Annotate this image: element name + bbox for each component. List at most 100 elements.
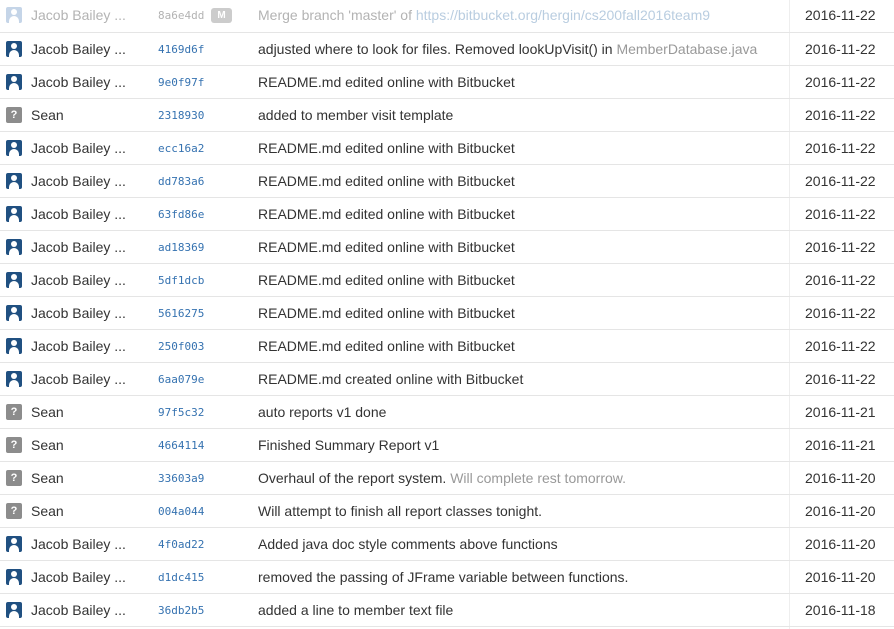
user-icon[interactable] xyxy=(6,602,22,618)
commit-hash-link[interactable]: dd783a6 xyxy=(158,165,204,198)
commit-hash-link[interactable]: 4f0ad22 xyxy=(158,528,204,561)
commit-hash-link[interactable]: 4169d6f xyxy=(158,33,204,66)
author-name[interactable]: Jacob Bailey ... xyxy=(31,264,143,297)
commit-date: 2016-11-20 xyxy=(805,569,876,585)
author-name[interactable]: Sean xyxy=(31,396,143,429)
author-name[interactable]: Jacob Bailey ... xyxy=(31,594,143,627)
author-name[interactable]: Sean xyxy=(31,462,143,495)
commit-hash-link[interactable]: ad18369 xyxy=(158,231,204,264)
commit-row[interactable]: ? Sean 2318930 added to member visit tem… xyxy=(0,99,894,132)
author-name[interactable]: Sean xyxy=(31,429,143,462)
user-icon[interactable] xyxy=(6,338,22,354)
author-name[interactable]: Sean xyxy=(31,495,143,528)
commit-message-text: README.md edited online with Bitbucket xyxy=(258,173,515,189)
commit-date: 2016-11-22 xyxy=(805,7,876,23)
commit-row[interactable]: ? Sean 97f5c32 auto reports v1 done 2016… xyxy=(0,396,894,429)
commit-row[interactable]: Jacob Bailey ... 5df1dcb README.md edite… xyxy=(0,264,894,297)
commit-message: README.md edited online with Bitbucket xyxy=(258,264,788,297)
commit-row[interactable]: ? Sean 4664114 Finished Summary Report v… xyxy=(0,429,894,462)
commit-row[interactable]: Jacob Bailey ... 4169d6f adjusted where … xyxy=(0,33,894,66)
user-icon[interactable] xyxy=(6,173,22,189)
user-icon[interactable] xyxy=(6,41,22,57)
commit-date: 2016-11-18 xyxy=(805,602,876,618)
commit-message-text: Finished Summary Report v1 xyxy=(258,437,440,453)
commit-hash-link[interactable]: 9e0f97f xyxy=(158,66,204,99)
commit-date: 2016-11-22 xyxy=(805,272,876,288)
author-name[interactable]: Jacob Bailey ... xyxy=(31,231,143,264)
commit-hash-link[interactable]: 63fd86e xyxy=(158,198,204,231)
commit-message-text: adjusted where to look for files. Remove… xyxy=(258,41,617,57)
author-name[interactable]: Jacob Bailey ... xyxy=(31,561,143,594)
commit-message: Overhaul of the report system. Will comp… xyxy=(258,462,788,495)
commit-hash-link[interactable]: ecc16a2 xyxy=(158,132,204,165)
commit-row[interactable]: Jacob Bailey ... 63fd86e README.md edite… xyxy=(0,198,894,231)
commit-hash-link[interactable]: 2318930 xyxy=(158,99,204,132)
author-name[interactable]: Jacob Bailey ... xyxy=(31,0,143,32)
commit-message-extra: Will complete rest tomorrow. xyxy=(450,470,627,486)
commit-message-link[interactable]: https://bitbucket.org/hergin/cs200fall20… xyxy=(416,7,710,23)
commit-row[interactable]: ? Sean 33603a9 Overhaul of the report sy… xyxy=(0,462,894,495)
commit-message: Merge branch 'master' of https://bitbuck… xyxy=(258,0,788,32)
user-icon[interactable] xyxy=(6,305,22,321)
commit-row[interactable]: Jacob Bailey ... 250f003 README.md edite… xyxy=(0,330,894,363)
commit-row[interactable]: Jacob Bailey ... 36db2b5 added a line to… xyxy=(0,594,894,627)
user-icon[interactable] xyxy=(6,140,22,156)
commit-row[interactable]: Jacob Bailey ... 5616275 README.md edite… xyxy=(0,297,894,330)
commit-hash-link[interactable]: 36db2b5 xyxy=(158,594,204,627)
commit-row[interactable]: Jacob Bailey ... 6aa079e README.md creat… xyxy=(0,363,894,396)
commit-row[interactable]: Jacob Bailey ... 8a6e4dd Merge branch 'm… xyxy=(0,0,894,33)
user-icon[interactable] xyxy=(6,272,22,288)
commit-hash-link[interactable]: 5616275 xyxy=(158,297,204,330)
commit-row[interactable]: Jacob Bailey ... d1dc415 removed the pas… xyxy=(0,561,894,594)
author-name[interactable]: Jacob Bailey ... xyxy=(31,528,143,561)
commit-date: 2016-11-22 xyxy=(805,338,876,354)
commit-hash-link[interactable]: 6aa079e xyxy=(158,363,204,396)
commit-message: README.md edited online with Bitbucket xyxy=(258,330,788,363)
author-name[interactable]: Jacob Bailey ... xyxy=(31,297,143,330)
user-icon[interactable] xyxy=(6,569,22,585)
commit-row[interactable]: Jacob Bailey ... ad18369 README.md edite… xyxy=(0,231,894,264)
unknown-user-icon[interactable]: ? xyxy=(6,503,22,519)
commit-hash-link[interactable]: 97f5c32 xyxy=(158,396,204,429)
commit-hash-link[interactable]: 33603a9 xyxy=(158,462,204,495)
commit-hash-link[interactable]: 250f003 xyxy=(158,330,204,363)
unknown-user-icon[interactable]: ? xyxy=(6,470,22,486)
commit-rows: Jacob Bailey ... 8a6e4dd Merge branch 'm… xyxy=(0,0,894,627)
author-name[interactable]: Jacob Bailey ... xyxy=(31,363,143,396)
author-name[interactable]: Jacob Bailey ... xyxy=(31,330,143,363)
commit-message: adjusted where to look for files. Remove… xyxy=(258,33,788,66)
commit-hash-link[interactable]: 004a044 xyxy=(158,495,204,528)
user-icon[interactable] xyxy=(6,536,22,552)
author-name[interactable]: Jacob Bailey ... xyxy=(31,198,143,231)
user-icon[interactable] xyxy=(6,74,22,90)
user-icon[interactable] xyxy=(6,371,22,387)
unknown-user-icon[interactable]: ? xyxy=(6,107,22,123)
commit-hash-link[interactable]: 5df1dcb xyxy=(158,264,204,297)
commit-row[interactable]: Jacob Bailey ... dd783a6 README.md edite… xyxy=(0,165,894,198)
user-icon[interactable] xyxy=(6,239,22,255)
commit-date: 2016-11-20 xyxy=(805,470,876,486)
commit-row[interactable]: Jacob Bailey ... 9e0f97f README.md edite… xyxy=(0,66,894,99)
commit-date: 2016-11-22 xyxy=(805,41,876,57)
author-name[interactable]: Jacob Bailey ... xyxy=(31,165,143,198)
author-name[interactable]: Jacob Bailey ... xyxy=(31,33,143,66)
user-icon[interactable] xyxy=(6,7,22,23)
commit-message-text: README.md edited online with Bitbucket xyxy=(258,74,515,90)
commit-hash-link[interactable]: 4664114 xyxy=(158,429,204,462)
commit-row[interactable]: ? Sean 004a044 Will attempt to finish al… xyxy=(0,495,894,528)
commit-message-extra: MemberDatabase.java xyxy=(616,41,758,57)
commit-hash-link[interactable]: 8a6e4dd xyxy=(158,0,204,32)
commit-row[interactable]: Jacob Bailey ... 4f0ad22 Added java doc … xyxy=(0,528,894,561)
author-name[interactable]: Jacob Bailey ... xyxy=(31,66,143,99)
commit-message-text: README.md edited online with Bitbucket xyxy=(258,305,515,321)
author-name[interactable]: Sean xyxy=(31,99,143,132)
commit-hash-link[interactable]: d1dc415 xyxy=(158,561,204,594)
unknown-user-icon[interactable]: ? xyxy=(6,437,22,453)
author-name[interactable]: Jacob Bailey ... xyxy=(31,132,143,165)
commit-date: 2016-11-20 xyxy=(805,503,876,519)
user-icon[interactable] xyxy=(6,206,22,222)
commit-date: 2016-11-22 xyxy=(805,206,876,222)
commit-date: 2016-11-22 xyxy=(805,239,876,255)
commit-row[interactable]: Jacob Bailey ... ecc16a2 README.md edite… xyxy=(0,132,894,165)
unknown-user-icon[interactable]: ? xyxy=(6,404,22,420)
